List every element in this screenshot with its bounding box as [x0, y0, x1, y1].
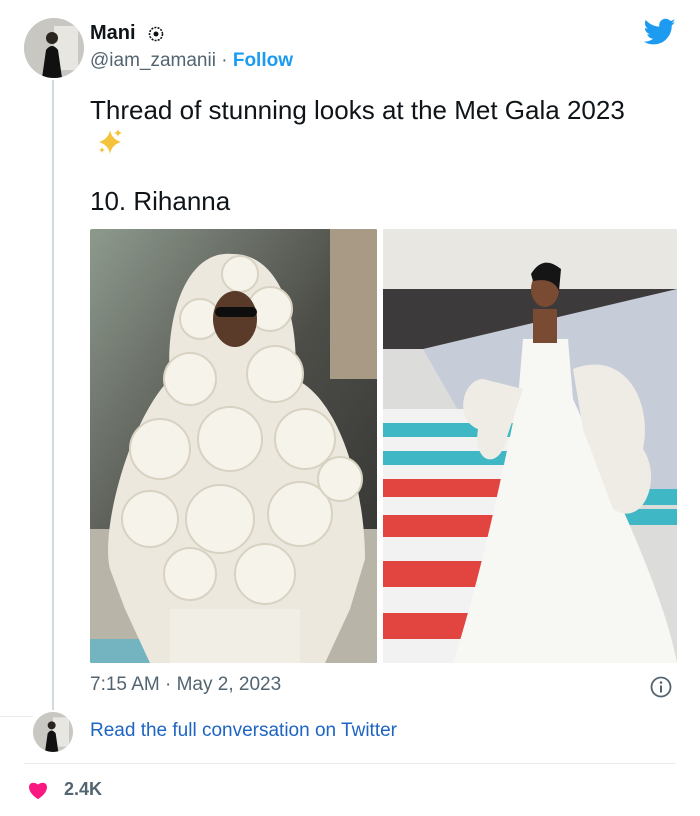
tweet-text: Thread of stunning looks at the Met Gala… [90, 94, 650, 164]
dot-separator: · [165, 674, 172, 695]
divider [0, 716, 33, 717]
read-conversation-link[interactable]: Read the full conversation on Twitter [90, 720, 397, 742]
twitter-bird-icon[interactable] [643, 18, 676, 46]
tweet-timestamp[interactable]: 7:15 AM · May 2, 2023 [90, 674, 281, 696]
author-name[interactable]: Mani [90, 22, 136, 45]
author-handle[interactable]: @iam_zamanii [90, 50, 216, 71]
tweet-photo-2[interactable] [383, 229, 677, 663]
tweet-time: 7:15 AM [90, 674, 160, 695]
reader-avatar[interactable] [33, 712, 73, 752]
follow-button[interactable]: Follow [233, 50, 293, 71]
heart-icon[interactable] [27, 780, 49, 800]
thread-connector-line [52, 80, 54, 710]
tweet-photo-1[interactable] [90, 229, 377, 663]
handle-row: @iam_zamanii · Follow [90, 50, 293, 72]
dot-separator: · [221, 50, 228, 71]
sparkles-icon [96, 128, 124, 164]
info-icon[interactable] [650, 676, 672, 698]
tweet-subtext: 10. Rihanna [90, 186, 231, 216]
author-avatar[interactable] [24, 18, 84, 78]
like-count[interactable]: 2.4K [64, 779, 102, 800]
badge-icon [148, 26, 164, 42]
tweet-date: May 2, 2023 [176, 674, 282, 695]
tweet-text-body: Thread of stunning looks at the Met Gala… [90, 95, 625, 125]
divider [24, 763, 676, 764]
